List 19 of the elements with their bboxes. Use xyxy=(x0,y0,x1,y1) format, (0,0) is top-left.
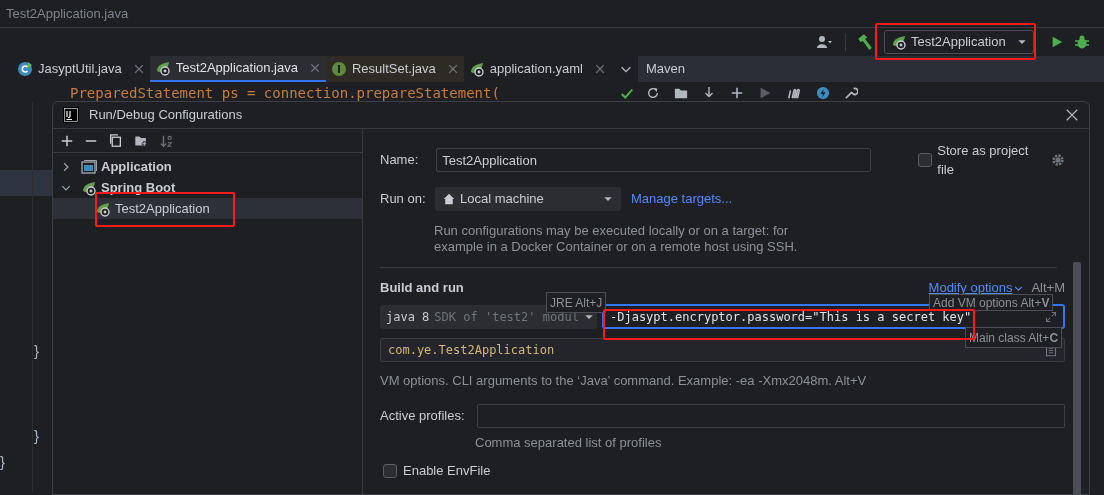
help-text: Run configurations may be executed locally or on a target: for example in a Docker Container or on a remote host using SSH. xyxy=(434,223,799,255)
tool-window-title: Maven xyxy=(646,60,686,79)
section-title: Build and run xyxy=(380,279,465,298)
code-brace: } xyxy=(34,341,39,361)
window-title: Test2Application.java xyxy=(6,4,129,23)
code-line: PreparedStatement ps = connection.prepareStatement( xyxy=(70,86,500,100)
tooltip: Add VM options Alt+V xyxy=(929,294,1054,311)
help-text: Comma separated list of profiles xyxy=(475,433,663,452)
checkbox-label: Enable EnvFile xyxy=(403,462,491,480)
help-text: VM options. CLI arguments to the ‘Java’ command. Example: -ea -Xmx2048m. Alt+V xyxy=(380,372,868,390)
field-label: Active profiles: xyxy=(380,406,466,425)
dialog-title: Run/Debug Configurations xyxy=(89,106,244,125)
tooltip: Main class Alt+C xyxy=(965,327,1063,348)
code-brace: } xyxy=(34,426,39,446)
tooltip: JRE Alt+J xyxy=(546,292,607,313)
checkbox-label: Store as project file xyxy=(937,141,1030,179)
field-label: Run on: xyxy=(380,190,427,209)
code-brace: } xyxy=(0,452,5,472)
field-label: Name: xyxy=(380,151,420,170)
